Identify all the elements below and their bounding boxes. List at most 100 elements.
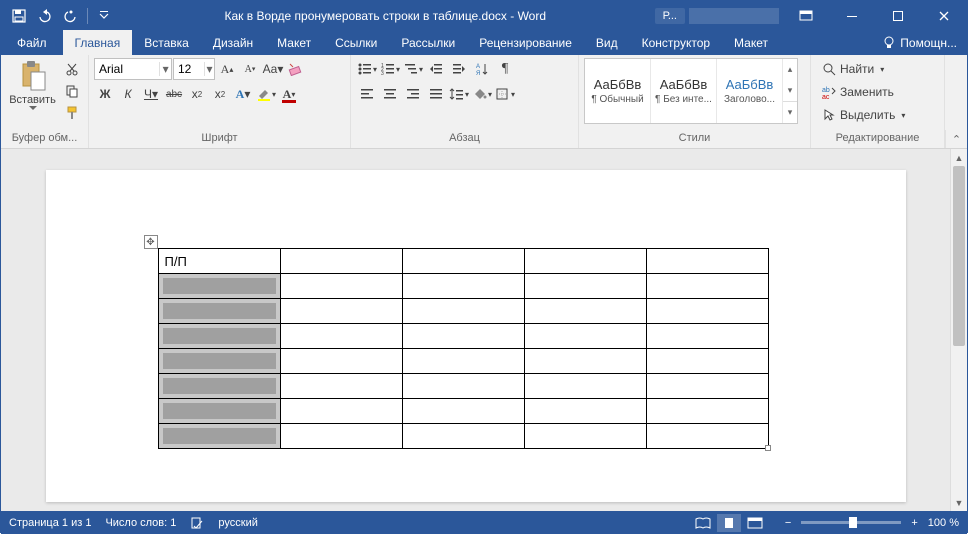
chevron-down-icon[interactable]: ▾ bbox=[204, 62, 214, 76]
scroll-up-button[interactable]: ▲ bbox=[951, 149, 967, 166]
style-heading1[interactable]: АаБбВвЗаголово... bbox=[717, 59, 783, 123]
format-painter-button[interactable] bbox=[61, 102, 83, 124]
highlight-button[interactable]: ▾ bbox=[255, 83, 277, 105]
read-mode-button[interactable] bbox=[691, 514, 715, 532]
gallery-more-button[interactable]: ▾ bbox=[783, 101, 797, 123]
table-cell[interactable] bbox=[646, 399, 768, 424]
clear-formatting-button[interactable] bbox=[285, 58, 307, 80]
font-size-combo[interactable]: ▾ bbox=[173, 58, 215, 80]
shrink-font-button[interactable]: A▾ bbox=[239, 58, 261, 80]
table-cell[interactable] bbox=[402, 424, 524, 449]
zoom-level[interactable]: 100 % bbox=[928, 517, 959, 529]
ribbon-display-button[interactable] bbox=[783, 1, 829, 30]
scroll-down-button[interactable]: ▼ bbox=[951, 494, 967, 511]
find-button[interactable]: Найти▾ bbox=[816, 58, 911, 80]
font-name-input[interactable] bbox=[95, 62, 159, 76]
scroll-track[interactable] bbox=[951, 166, 967, 494]
minimize-button[interactable] bbox=[829, 1, 875, 30]
tab-mailings[interactable]: Рассылки bbox=[389, 30, 467, 55]
tab-table-layout[interactable]: Макет bbox=[722, 30, 780, 55]
table-cell-selected[interactable] bbox=[158, 274, 280, 299]
table-cell[interactable] bbox=[524, 249, 646, 274]
table-cell[interactable] bbox=[402, 274, 524, 299]
table-cell[interactable] bbox=[402, 349, 524, 374]
show-marks-button[interactable]: ¶ bbox=[494, 58, 516, 80]
table-cell-selected[interactable] bbox=[158, 349, 280, 374]
style-normal[interactable]: АаБбВв¶ Обычный bbox=[585, 59, 651, 123]
table-cell[interactable] bbox=[524, 374, 646, 399]
justify-button[interactable] bbox=[425, 83, 447, 105]
table-move-handle[interactable]: ✥ bbox=[144, 235, 158, 249]
collapse-ribbon-button[interactable]: ⌃ bbox=[945, 130, 967, 148]
table-cell[interactable] bbox=[646, 274, 768, 299]
tab-table-design[interactable]: Конструктор bbox=[630, 30, 722, 55]
tab-references[interactable]: Ссылки bbox=[323, 30, 389, 55]
chevron-down-icon[interactable]: ▾ bbox=[159, 62, 171, 76]
numbering-button[interactable]: 123▾ bbox=[379, 58, 401, 80]
table-cell[interactable] bbox=[524, 399, 646, 424]
document-viewport[interactable]: ✥ П/П bbox=[1, 149, 950, 511]
tab-home[interactable]: Главная bbox=[63, 30, 133, 55]
table-cell[interactable]: П/П bbox=[158, 249, 280, 274]
decrease-indent-button[interactable] bbox=[425, 58, 447, 80]
borders-button[interactable]: ▾ bbox=[494, 83, 516, 105]
table-cell[interactable] bbox=[280, 299, 402, 324]
table-cell[interactable] bbox=[646, 374, 768, 399]
tab-insert[interactable]: Вставка bbox=[132, 30, 201, 55]
language-status[interactable]: русский bbox=[218, 517, 257, 529]
maximize-button[interactable] bbox=[875, 1, 921, 30]
table-cell[interactable] bbox=[524, 424, 646, 449]
table-cell[interactable] bbox=[524, 299, 646, 324]
select-button[interactable]: Выделить▾ bbox=[816, 104, 911, 126]
align-center-button[interactable] bbox=[379, 83, 401, 105]
subscript-button[interactable]: x2 bbox=[186, 83, 208, 105]
vertical-scrollbar[interactable]: ▲ ▼ bbox=[950, 149, 967, 511]
table-cell[interactable] bbox=[280, 274, 402, 299]
zoom-knob[interactable] bbox=[849, 517, 857, 528]
table-cell[interactable] bbox=[524, 349, 646, 374]
table-cell-selected[interactable] bbox=[158, 324, 280, 349]
superscript-button[interactable]: x2 bbox=[209, 83, 231, 105]
word-count[interactable]: Число слов: 1 bbox=[105, 517, 176, 529]
gallery-up-button[interactable]: ▴ bbox=[783, 59, 797, 80]
tell-me-button[interactable]: Помощн... bbox=[872, 30, 967, 55]
strikethrough-button[interactable]: abc bbox=[163, 83, 185, 105]
qat-customize-button[interactable] bbox=[92, 4, 116, 28]
table-cell[interactable] bbox=[280, 374, 402, 399]
table-cell[interactable] bbox=[646, 324, 768, 349]
table-cell-selected[interactable] bbox=[158, 374, 280, 399]
undo-button[interactable] bbox=[33, 4, 57, 28]
save-button[interactable] bbox=[7, 4, 31, 28]
copy-button[interactable] bbox=[61, 80, 83, 102]
table-cell[interactable] bbox=[280, 349, 402, 374]
table-cell-selected[interactable] bbox=[158, 299, 280, 324]
close-button[interactable] bbox=[921, 1, 967, 30]
page-status[interactable]: Страница 1 из 1 bbox=[9, 517, 91, 529]
table-cell[interactable] bbox=[402, 374, 524, 399]
tab-file[interactable]: Файл bbox=[1, 30, 63, 55]
tab-review[interactable]: Рецензирование bbox=[467, 30, 584, 55]
align-right-button[interactable] bbox=[402, 83, 424, 105]
font-size-input[interactable] bbox=[174, 62, 204, 76]
underline-button[interactable]: Ч▾ bbox=[140, 83, 162, 105]
table-cell-selected[interactable] bbox=[158, 424, 280, 449]
scroll-thumb[interactable] bbox=[953, 166, 965, 346]
table-cell[interactable] bbox=[280, 324, 402, 349]
table-cell[interactable] bbox=[402, 249, 524, 274]
table-cell[interactable] bbox=[402, 399, 524, 424]
table-cell[interactable] bbox=[646, 349, 768, 374]
style-no-spacing[interactable]: АаБбВв¶ Без инте... bbox=[651, 59, 717, 123]
change-case-button[interactable]: Aa▾ bbox=[262, 58, 284, 80]
font-color-button[interactable]: A▾ bbox=[278, 83, 300, 105]
bold-button[interactable]: Ж bbox=[94, 83, 116, 105]
table-cell[interactable] bbox=[646, 249, 768, 274]
table-cell[interactable] bbox=[524, 274, 646, 299]
table-cell[interactable] bbox=[646, 299, 768, 324]
text-effects-button[interactable]: A▾ bbox=[232, 83, 254, 105]
align-left-button[interactable] bbox=[356, 83, 378, 105]
user-indicator[interactable]: Р... bbox=[655, 8, 685, 24]
sort-button[interactable]: AЯ bbox=[471, 58, 493, 80]
document-table[interactable]: П/П bbox=[158, 248, 769, 449]
grow-font-button[interactable]: A▴ bbox=[216, 58, 238, 80]
multilevel-list-button[interactable]: ▾ bbox=[402, 58, 424, 80]
